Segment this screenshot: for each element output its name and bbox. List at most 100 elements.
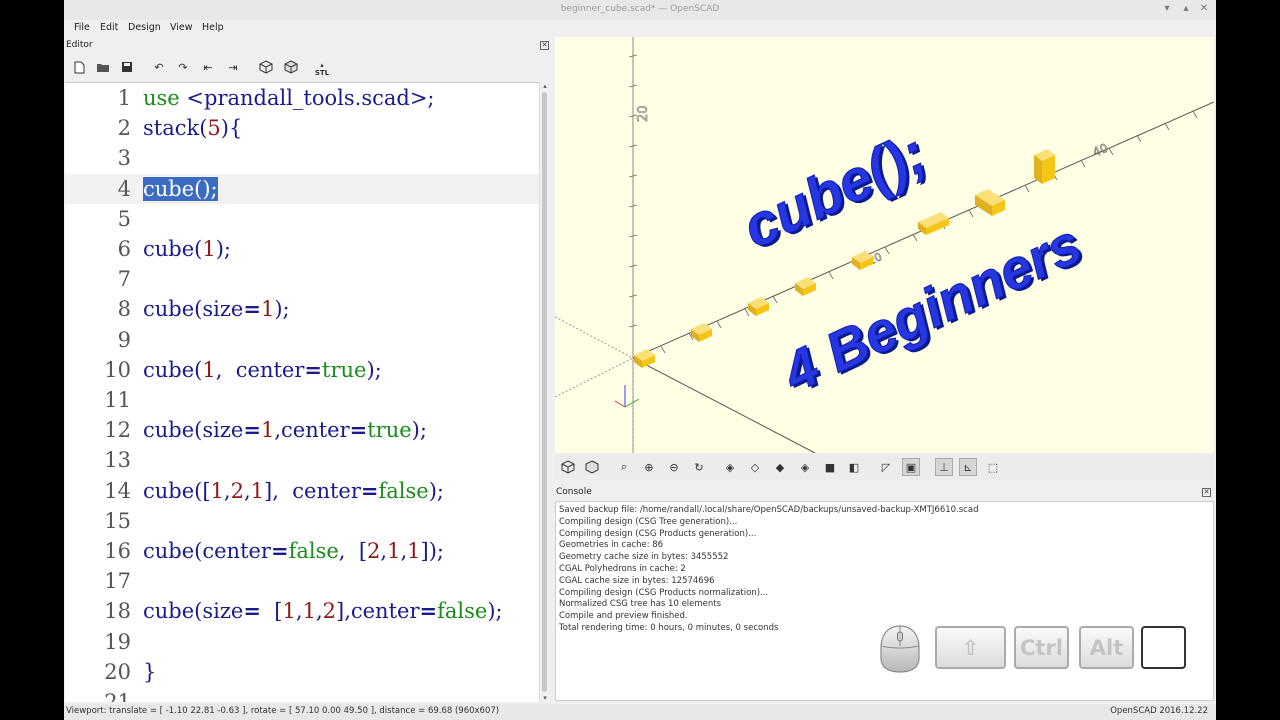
scrollbar-thumb[interactable]: [542, 92, 547, 692]
view-right-icon[interactable]: ◈: [721, 458, 739, 476]
code-token: cube();: [143, 176, 218, 201]
editor-toolbar: ↶ ↷ ⇤ ⇥ ▴ STL: [64, 56, 552, 80]
3d-viewport[interactable]: 20 40 20 cube(); cube(); 4 Beginners 4 B…: [555, 37, 1214, 453]
indent-icon[interactable]: ⇥: [224, 58, 242, 76]
show-edges-icon[interactable]: ⬚: [984, 458, 1002, 476]
code-line-row[interactable]: 16 cube(center=false, [2,1,1]);: [65, 536, 548, 566]
zoom-in-icon[interactable]: ⊕: [640, 458, 658, 476]
close-window-button[interactable]: ✕: [1198, 3, 1210, 15]
editor-close-button[interactable]: ✕: [540, 41, 549, 50]
code-line-row[interactable]: 4 cube();: [65, 173, 548, 204]
vt-preview-icon[interactable]: [559, 458, 577, 476]
reset-view-icon[interactable]: ↻: [690, 458, 708, 476]
scroll-up-icon[interactable]: ▴: [540, 82, 550, 90]
preview-icon[interactable]: [257, 58, 275, 76]
unindent-icon[interactable]: ⇤: [199, 58, 217, 76]
code-line-row[interactable]: 13: [65, 445, 548, 475]
render-icon[interactable]: [282, 58, 300, 76]
code-token: cube(size: [143, 418, 244, 443]
undo-icon[interactable]: ↶: [150, 58, 168, 76]
cube-8: [1034, 149, 1055, 184]
code-line-row[interactable]: 9: [65, 325, 548, 355]
code-line-row[interactable]: 19: [65, 627, 548, 657]
code-text: cube([1,2,1], center=false);: [143, 476, 444, 506]
code-token: 2: [367, 539, 381, 563]
code-line-row[interactable]: 3: [65, 143, 548, 173]
line-number: 10: [104, 357, 131, 382]
code-token: cube(size: [143, 599, 244, 624]
code-line-row[interactable]: 5: [65, 204, 548, 234]
line-number: 21: [104, 690, 131, 702]
svg-text:cube();: cube();: [733, 120, 936, 261]
code-token: 1: [407, 539, 421, 563]
menu-help[interactable]: Help: [202, 22, 224, 33]
code-token: 1: [387, 539, 401, 563]
code-text: cube(center=false, [2,1,1]);: [143, 536, 444, 566]
vt-render-icon[interactable]: [583, 458, 601, 476]
view-left-icon[interactable]: ◈: [796, 458, 814, 476]
code-token: false: [437, 599, 488, 624]
view-all-icon[interactable]: ⌕: [615, 458, 633, 476]
code-token: cube(: [143, 237, 203, 261]
show-axes-icon[interactable]: ⊥: [935, 458, 953, 476]
view-front-icon[interactable]: ■: [821, 458, 839, 476]
code-token: =: [243, 296, 261, 322]
status-bar: Viewport: translate = [ -1.10 22.81 -0.6…: [64, 704, 1216, 720]
code-text: cube(size= [1,1,2],center=false);: [143, 596, 503, 626]
menu-view[interactable]: View: [170, 22, 193, 33]
zoom-out-icon[interactable]: ⊖: [665, 458, 683, 476]
editor-scrollbar[interactable]: ▴ ▾: [539, 82, 549, 702]
line-number: 9: [117, 327, 131, 352]
perspective-icon[interactable]: ◸: [877, 458, 895, 476]
code-token: ,: [315, 599, 323, 624]
ctrl-key-indicator: Ctrl: [1014, 626, 1069, 669]
code-line-row[interactable]: 8 cube(size=1);: [65, 294, 548, 324]
open-file-icon[interactable]: [94, 58, 112, 76]
view-top-icon[interactable]: ◇: [746, 458, 764, 476]
code-line-row[interactable]: 7: [65, 264, 548, 294]
scene-render: 20 40 20 cube(); cube(); 4 Beginners 4 B…: [555, 37, 1214, 453]
code-line-row[interactable]: 20}: [65, 657, 548, 687]
save-icon[interactable]: [118, 58, 136, 76]
code-line-row[interactable]: 6 cube(1);: [65, 234, 548, 264]
code-line-row[interactable]: 2 stack(5){: [65, 113, 548, 143]
code-line-row[interactable]: 17: [65, 566, 548, 596]
code-editor[interactable]: 1 use <prandall_tools.scad>; 2 stack(5){3 4 c…: [65, 82, 548, 702]
maximize-button[interactable]: ▴: [1180, 3, 1192, 15]
console-message: Compiling design (CSG Products normaliza…: [559, 587, 769, 598]
view-bottom-icon[interactable]: ◆: [771, 458, 789, 476]
code-line-row[interactable]: 21: [65, 687, 548, 702]
code-text: }: [143, 657, 156, 687]
axis-gizmo: [614, 385, 640, 408]
show-scale-icon[interactable]: ⊾: [959, 458, 977, 476]
redo-icon[interactable]: ↷: [174, 58, 192, 76]
key-indicator-pressed: [1141, 626, 1186, 669]
line-number: 20: [104, 659, 131, 684]
view-back-icon[interactable]: ◧: [845, 458, 863, 476]
code-line-row[interactable]: 11: [65, 385, 548, 415]
menu-edit[interactable]: Edit: [100, 22, 118, 33]
console-message: Geometry cache size in bytes: 3455552: [559, 552, 729, 563]
line-number: 4: [117, 176, 131, 201]
menu-file[interactable]: File: [74, 22, 90, 33]
code-line-row[interactable]: 15: [65, 506, 548, 536]
orthogonal-icon[interactable]: ▣: [902, 458, 920, 476]
minimize-button[interactable]: ▾: [1161, 3, 1173, 15]
code-line-row[interactable]: 1 use <prandall_tools.scad>;: [65, 83, 548, 113]
new-file-icon[interactable]: [70, 58, 88, 76]
console-close-button[interactable]: ✕: [1202, 488, 1211, 497]
code-token: );: [428, 478, 444, 503]
export-stl-icon[interactable]: ▴ STL: [313, 60, 331, 78]
code-line-row[interactable]: 14 cube([1,2,1], center=false);: [65, 476, 548, 506]
code-line-row[interactable]: 18 cube(size= [1,1,2],center=false);: [65, 596, 548, 626]
scroll-down-icon[interactable]: ▾: [540, 694, 550, 702]
line-number: 14: [104, 478, 131, 503]
cube-6: [918, 212, 949, 235]
code-line-row[interactable]: 10 cube(1, center=true);: [65, 355, 548, 385]
code-token: 1: [250, 478, 265, 503]
code-line-row[interactable]: 12 cube(size=1,center=true);: [65, 415, 548, 445]
menu-design[interactable]: Design: [128, 22, 161, 33]
code-text: use <prandall_tools.scad>;: [143, 83, 435, 113]
code-token: );: [274, 297, 290, 322]
code-token: );: [487, 599, 503, 624]
